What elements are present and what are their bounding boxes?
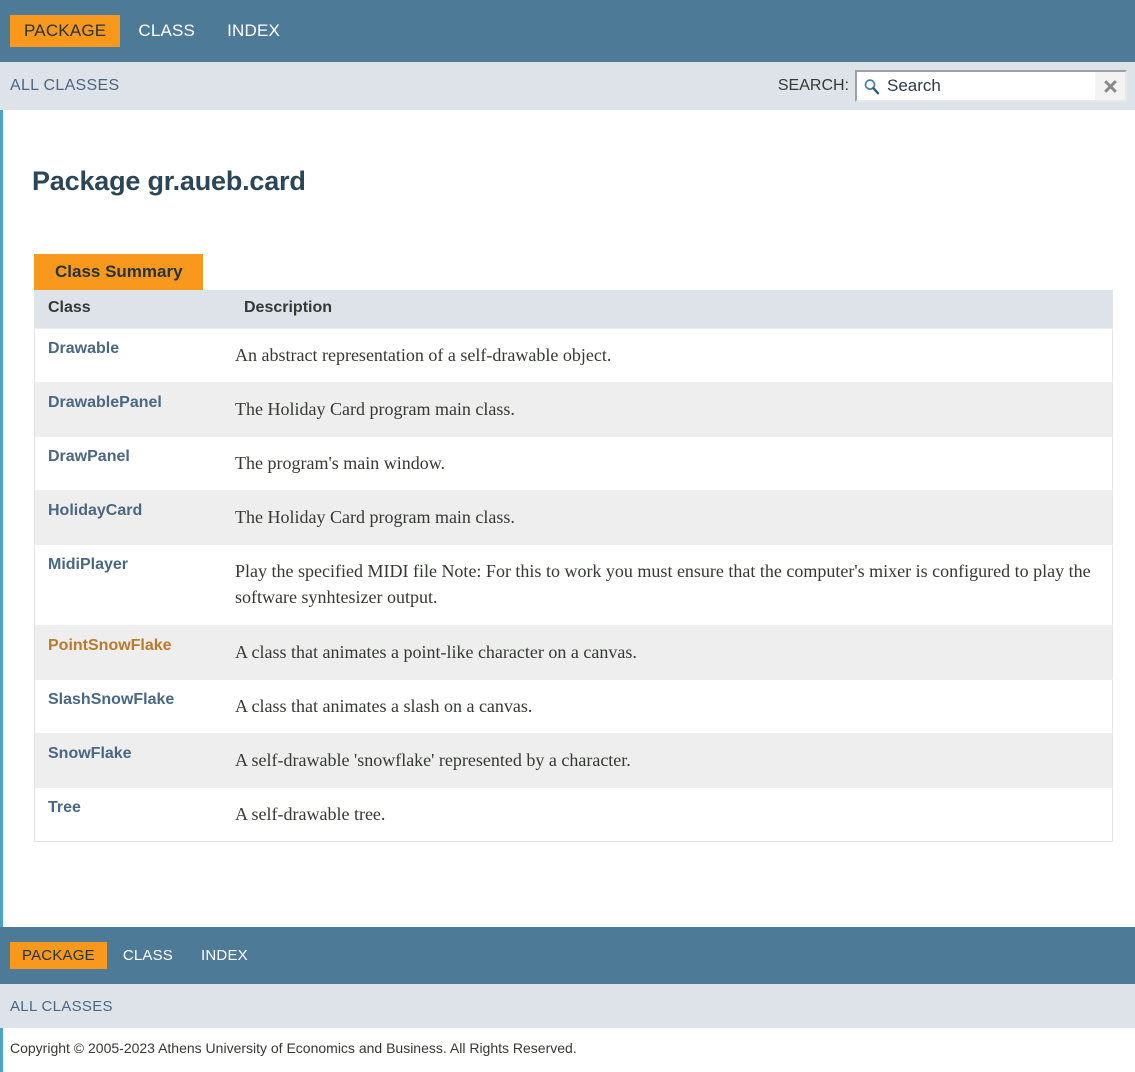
bottom-nav-item-index[interactable]: INDEX: [189, 942, 260, 969]
bottom-sub-navigation-bar: ALL CLASSES: [0, 984, 1135, 1028]
class-link-holidaycard[interactable]: HolidayCard: [48, 502, 142, 519]
search-input[interactable]: [880, 73, 1095, 99]
class-description: The program's main window.: [231, 436, 1113, 491]
class-description: The Holiday Card program main class.: [231, 382, 1113, 437]
class-link-drawable[interactable]: Drawable: [48, 340, 119, 357]
search-label: SEARCH:: [777, 77, 849, 94]
bottom-nav-list: PACKAGE CLASS INDEX: [0, 927, 1135, 984]
bottom-nav-item-package[interactable]: PACKAGE: [10, 942, 107, 969]
table-head: Class Description: [34, 290, 1113, 329]
class-link-tree[interactable]: Tree: [48, 799, 81, 816]
all-classes-link[interactable]: ALL CLASSES: [10, 77, 119, 95]
bottom-navigation-bar: PACKAGE CLASS INDEX: [0, 927, 1135, 984]
class-description: A self-drawable 'snowflake' represented …: [231, 732, 1113, 788]
bottom-nav-item-class[interactable]: CLASS: [111, 942, 185, 969]
class-summary-block: Class Summary Class Description Drawable…: [34, 254, 1113, 842]
class-summary-caption: Class Summary: [34, 254, 203, 290]
class-description: A self-drawable tree.: [231, 786, 1113, 842]
class-link-drawpanel[interactable]: DrawPanel: [48, 448, 130, 465]
sub-navigation-bar: ALL CLASSES SEARCH:: [0, 62, 1135, 110]
class-description: An abstract representation of a self-dra…: [231, 327, 1113, 383]
class-link-midiplayer[interactable]: MidiPlayer: [48, 556, 128, 573]
class-summary-table: Class Description Drawable An abstract r…: [34, 290, 1113, 842]
class-description: A class that animates a point-like chara…: [231, 624, 1113, 680]
top-nav-item-class[interactable]: CLASS: [124, 15, 209, 47]
page-title: Package gr.aueb.card: [32, 166, 306, 196]
class-description: A class that animates a slash on a canva…: [231, 678, 1113, 734]
table-row: Tree A self-drawable tree.: [34, 786, 1113, 842]
top-nav-list: PACKAGE CLASS INDEX: [0, 0, 1135, 62]
table-row: PointSnowFlake A class that animates a p…: [34, 624, 1113, 680]
table-row: DrawablePanel The Holiday Card program m…: [34, 382, 1113, 437]
page-footer: Copyright © 2005-2023 Athens University …: [0, 1028, 1135, 1072]
table-row: HolidayCard The Holiday Card program mai…: [34, 490, 1113, 545]
close-x-icon: [1102, 78, 1119, 95]
table-row: DrawPanel The program's main window.: [34, 436, 1113, 491]
class-link-drawablepanel[interactable]: DrawablePanel: [48, 394, 162, 411]
top-nav-item-index[interactable]: INDEX: [213, 15, 294, 47]
main-content: Package gr.aueb.card Class Summary Class…: [0, 110, 1135, 927]
search-clear-button[interactable]: [1095, 72, 1125, 100]
bottom-all-classes-link[interactable]: ALL CLASSES: [10, 998, 113, 1015]
table-header-row: Class Description: [34, 290, 1113, 329]
top-nav-item-package[interactable]: PACKAGE: [10, 15, 121, 47]
class-link-snowflake[interactable]: SnowFlake: [48, 745, 132, 762]
class-description: The Holiday Card program main class.: [231, 490, 1113, 545]
class-link-pointsnowflake[interactable]: PointSnowFlake: [48, 637, 172, 654]
copyright-text: Copyright © 2005-2023 Athens University …: [10, 1040, 577, 1056]
class-description: Play the specified MIDI file Note: For t…: [231, 544, 1113, 626]
table-row: SlashSnowFlake A class that animates a s…: [34, 678, 1113, 734]
search-box[interactable]: [855, 70, 1127, 102]
top-navigation-bar: PACKAGE CLASS INDEX: [0, 0, 1135, 62]
column-header-class: Class: [34, 290, 231, 329]
table-row: SnowFlake A self-drawable 'snowflake' re…: [34, 732, 1113, 788]
table-row: MidiPlayer Play the specified MIDI file …: [34, 544, 1113, 626]
table-body: Drawable An abstract representation of a…: [34, 327, 1113, 842]
magnifier-icon: [857, 78, 880, 95]
class-link-slashsnowflake[interactable]: SlashSnowFlake: [48, 691, 174, 708]
column-header-description: Description: [231, 290, 1113, 329]
table-row: Drawable An abstract representation of a…: [34, 327, 1113, 383]
search-area: SEARCH:: [778, 70, 1127, 102]
